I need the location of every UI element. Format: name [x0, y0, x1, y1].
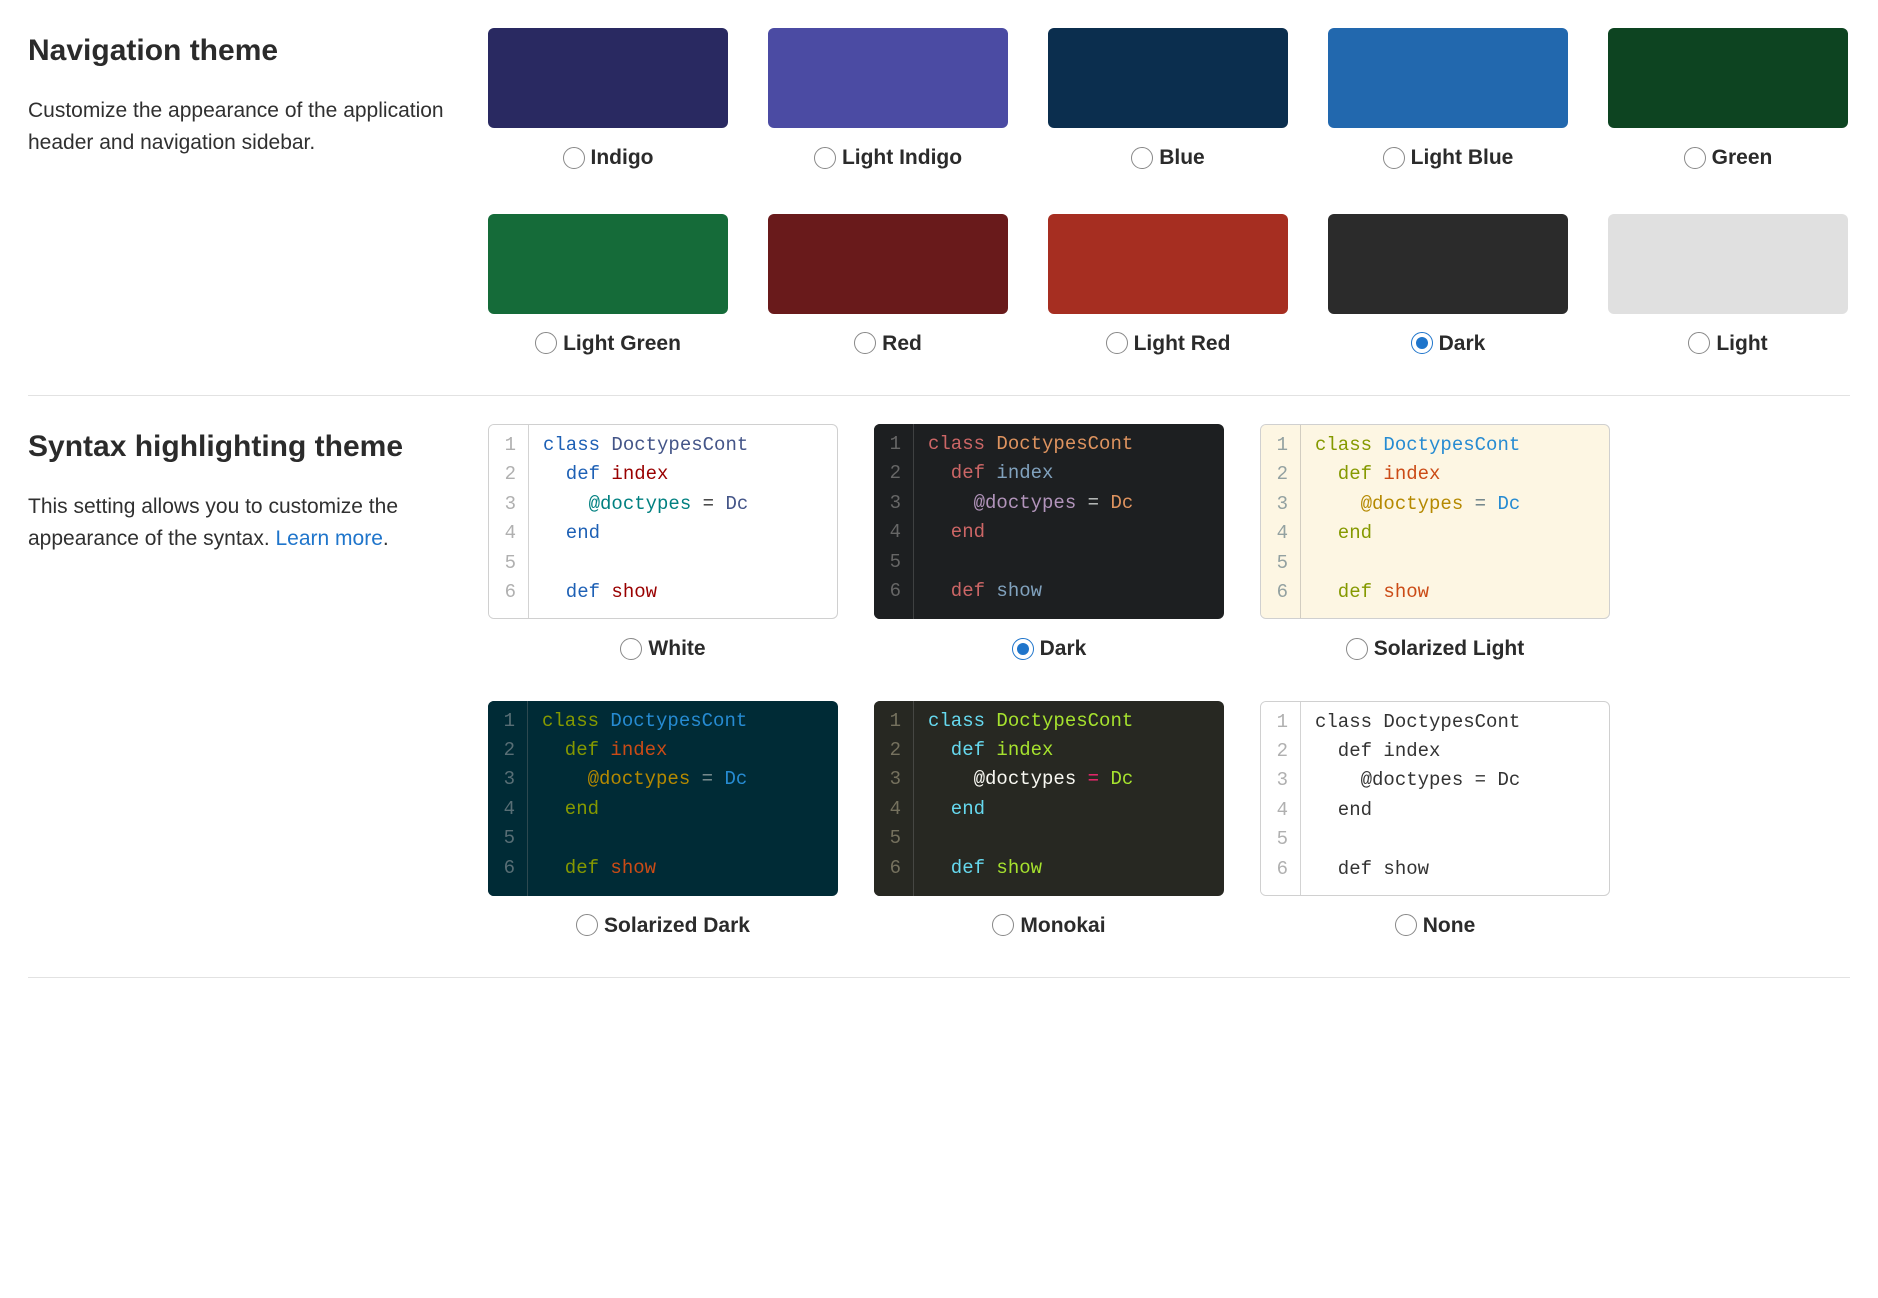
- radio-icon[interactable]: [576, 914, 598, 936]
- syntax-theme-label: Solarized Light: [1374, 633, 1525, 665]
- nav-theme-label: Dark: [1439, 328, 1486, 360]
- radio-icon[interactable]: [1684, 147, 1706, 169]
- nav-theme-color-swatch: [768, 28, 1008, 128]
- code-gutter: 123456: [874, 701, 914, 896]
- nav-theme-option[interactable]: Light Green: [488, 214, 728, 360]
- syntax-theme-preview: 123456class DoctypesCont def index @doct…: [874, 701, 1224, 896]
- nav-theme-label: Light: [1716, 328, 1767, 360]
- nav-theme-label: Light Red: [1134, 328, 1231, 360]
- syntax-highlighting-title: Syntax highlighting theme: [28, 424, 448, 469]
- nav-theme-label: Blue: [1159, 142, 1205, 174]
- nav-theme-label: Indigo: [591, 142, 654, 174]
- code-content: class DoctypesCont def index @doctypes =…: [914, 424, 1224, 619]
- syntax-theme-option[interactable]: 123456class DoctypesCont def index @doct…: [874, 424, 1224, 665]
- nav-theme-option[interactable]: Light Indigo: [768, 28, 1008, 174]
- code-content: class DoctypesCont def index @doctypes =…: [528, 701, 838, 896]
- syntax-theme-preview: 123456class DoctypesCont def index @doct…: [488, 424, 838, 619]
- radio-icon[interactable]: [1383, 147, 1405, 169]
- code-gutter: 123456: [1261, 702, 1301, 895]
- nav-theme-label: Light Blue: [1411, 142, 1514, 174]
- syntax-theme-option[interactable]: 123456class DoctypesCont def index @doct…: [488, 701, 838, 942]
- radio-icon[interactable]: [563, 147, 585, 169]
- syntax-highlighting-options: 123456class DoctypesCont def index @doct…: [488, 424, 1850, 941]
- radio-icon[interactable]: [535, 332, 557, 354]
- nav-theme-option[interactable]: Light Red: [1048, 214, 1288, 360]
- nav-theme-color-swatch: [1328, 28, 1568, 128]
- navigation-theme-section: Navigation theme Customize the appearanc…: [28, 0, 1850, 396]
- nav-theme-label: Light Indigo: [842, 142, 962, 174]
- syntax-theme-label: None: [1423, 910, 1476, 942]
- syntax-theme-option[interactable]: 123456class DoctypesCont def index @doct…: [1260, 701, 1610, 942]
- radio-icon[interactable]: [854, 332, 876, 354]
- radio-icon[interactable]: [1012, 638, 1034, 660]
- navigation-theme-title: Navigation theme: [28, 28, 448, 73]
- code-content: class DoctypesCont def index @doctypes =…: [1301, 702, 1609, 895]
- nav-theme-option[interactable]: Dark: [1328, 214, 1568, 360]
- nav-theme-color-swatch: [1048, 214, 1288, 314]
- navigation-theme-description: Customize the appearance of the applicat…: [28, 95, 448, 158]
- nav-theme-option[interactable]: Blue: [1048, 28, 1288, 174]
- code-content: class DoctypesCont def index @doctypes =…: [1301, 425, 1609, 618]
- syntax-theme-label: Dark: [1040, 633, 1087, 665]
- nav-theme-color-swatch: [1048, 28, 1288, 128]
- radio-icon[interactable]: [1346, 638, 1368, 660]
- syntax-highlighting-section: Syntax highlighting theme This setting a…: [28, 396, 1850, 978]
- syntax-theme-preview: 123456class DoctypesCont def index @doct…: [1260, 424, 1610, 619]
- navigation-theme-header: Navigation theme Customize the appearanc…: [28, 28, 488, 359]
- nav-theme-option[interactable]: Light Blue: [1328, 28, 1568, 174]
- radio-icon[interactable]: [1411, 332, 1433, 354]
- syntax-theme-option[interactable]: 123456class DoctypesCont def index @doct…: [1260, 424, 1610, 665]
- syntax-highlighting-header: Syntax highlighting theme This setting a…: [28, 424, 488, 941]
- syntax-theme-option[interactable]: 123456class DoctypesCont def index @doct…: [874, 701, 1224, 942]
- nav-theme-color-swatch: [488, 28, 728, 128]
- nav-theme-option[interactable]: Green: [1608, 28, 1848, 174]
- nav-theme-color-swatch: [1328, 214, 1568, 314]
- nav-theme-color-swatch: [488, 214, 728, 314]
- syntax-theme-preview: 123456class DoctypesCont def index @doct…: [874, 424, 1224, 619]
- nav-theme-label: Light Green: [563, 328, 681, 360]
- syntax-theme-label: Solarized Dark: [604, 910, 750, 942]
- nav-theme-label: Green: [1712, 142, 1773, 174]
- nav-theme-color-swatch: [1608, 214, 1848, 314]
- nav-theme-option[interactable]: Light: [1608, 214, 1848, 360]
- radio-icon[interactable]: [1106, 332, 1128, 354]
- radio-icon[interactable]: [620, 638, 642, 660]
- code-gutter: 123456: [1261, 425, 1301, 618]
- code-content: class DoctypesCont def index @doctypes =…: [914, 701, 1224, 896]
- code-gutter: 123456: [488, 701, 528, 896]
- nav-theme-color-swatch: [768, 214, 1008, 314]
- nav-theme-option[interactable]: Red: [768, 214, 1008, 360]
- navigation-theme-options: Indigo Light Indigo Blue Light Blue Green Lig…: [488, 28, 1850, 359]
- radio-icon[interactable]: [814, 147, 836, 169]
- learn-more-link[interactable]: Learn more: [276, 527, 383, 550]
- syntax-theme-preview: 123456class DoctypesCont def index @doct…: [488, 701, 838, 896]
- code-content: class DoctypesCont def index @doctypes =…: [529, 425, 837, 618]
- radio-icon[interactable]: [1688, 332, 1710, 354]
- syntax-theme-label: Monokai: [1020, 910, 1105, 942]
- radio-icon[interactable]: [1131, 147, 1153, 169]
- nav-theme-label: Red: [882, 328, 922, 360]
- radio-icon[interactable]: [1395, 914, 1417, 936]
- nav-theme-color-swatch: [1608, 28, 1848, 128]
- syntax-highlighting-description: This setting allows you to customize the…: [28, 491, 448, 554]
- radio-icon[interactable]: [992, 914, 1014, 936]
- nav-theme-option[interactable]: Indigo: [488, 28, 728, 174]
- syntax-theme-preview: 123456class DoctypesCont def index @doct…: [1260, 701, 1610, 896]
- code-gutter: 123456: [489, 425, 529, 618]
- code-gutter: 123456: [874, 424, 914, 619]
- syntax-theme-option[interactable]: 123456class DoctypesCont def index @doct…: [488, 424, 838, 665]
- syntax-theme-label: White: [648, 633, 705, 665]
